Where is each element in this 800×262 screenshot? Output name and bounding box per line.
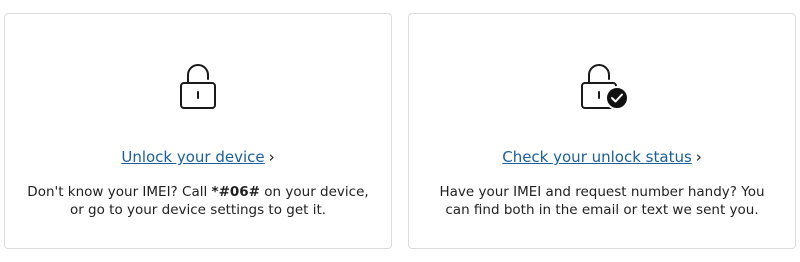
unlock-device-link-label[interactable]: Unlock your device — [121, 148, 264, 166]
unlock-device-link[interactable]: Unlock your device › — [5, 147, 391, 167]
unlocked-padlock-check-icon — [572, 63, 632, 111]
check-status-link[interactable]: Check your unlock status › — [409, 147, 795, 167]
unlocked-padlock-icon — [168, 63, 228, 111]
check-status-description: Have your IMEI and request number handy?… — [439, 184, 765, 218]
imei-code: *#06# — [211, 184, 260, 200]
description-prefix: Don't know your IMEI? Call — [27, 184, 212, 200]
unlock-device-card: Unlock your device › Don't know your IMEI… — [4, 13, 392, 249]
chevron-right-icon: › — [695, 148, 702, 166]
unlock-device-description: Don't know your IMEI? Call *#06# on your… — [25, 183, 371, 219]
chevron-right-icon: › — [268, 148, 275, 166]
check-status-link-label[interactable]: Check your unlock status — [502, 148, 692, 166]
unlock-options-section: Unlock your device › Don't know your IMEI… — [0, 0, 800, 262]
check-status-card: Check your unlock status › Have your IMEI… — [408, 13, 796, 249]
